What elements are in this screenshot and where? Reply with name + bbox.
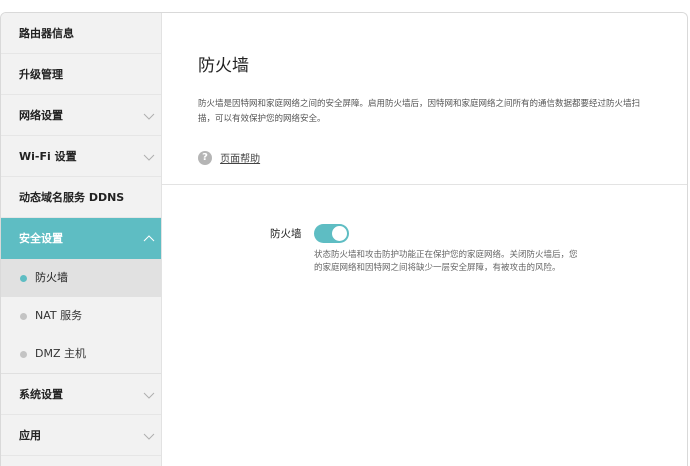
- main-panel: 防火墙 防火墙是因特网和家庭网络之间的安全屏障。启用防火墙后，因特网和家庭网络之…: [162, 13, 687, 466]
- sidebar-item-apps[interactable]: 应用: [1, 415, 161, 456]
- sidebar-item-label: 升级管理: [19, 68, 63, 81]
- sidebar-item-upgrade[interactable]: 升级管理: [1, 54, 161, 95]
- page-help-label[interactable]: 页面帮助: [220, 154, 260, 165]
- sidebar-item-label: Wi-Fi 设置: [19, 150, 77, 163]
- sidebar-item-label: 应用: [19, 429, 41, 442]
- sidebar-item-label: 系统设置: [19, 388, 63, 401]
- sidebar-item-system[interactable]: 系统设置: [1, 374, 161, 415]
- chevron-down-icon: [143, 154, 155, 161]
- firewall-toggle[interactable]: [314, 224, 349, 243]
- sidebar-item-label: 路由器信息: [19, 27, 74, 40]
- sidebar-item-label: 动态域名服务 DDNS: [19, 191, 125, 204]
- page-help-link[interactable]: ? 页面帮助: [198, 147, 260, 165]
- sidebar-subitem-label: NAT 服务: [35, 309, 83, 322]
- sidebar-subitem-firewall[interactable]: 防火墙: [1, 259, 161, 297]
- chevron-down-icon: [143, 433, 155, 440]
- sidebar-subitem-label: 防火墙: [35, 271, 68, 284]
- sidebar: 路由器信息 升级管理 网络设置 Wi-Fi 设置 动态域名服务 DDNS 安全设…: [1, 13, 162, 466]
- toggle-knob: [332, 226, 347, 241]
- divider: [162, 184, 687, 185]
- page-title: 防火墙: [198, 56, 249, 76]
- chevron-down-icon: [143, 113, 155, 120]
- sidebar-item-label: 安全设置: [19, 232, 63, 245]
- app-window: 路由器信息 升级管理 网络设置 Wi-Fi 设置 动态域名服务 DDNS 安全设…: [0, 12, 688, 466]
- chevron-down-icon: [143, 392, 155, 399]
- sidebar-subitem-nat[interactable]: NAT 服务: [1, 297, 161, 335]
- sidebar-subitem-dmz[interactable]: DMZ 主机: [1, 335, 161, 373]
- firewall-description: 状态防火墙和攻击防护功能正在保护您的家庭网络。关闭防火墙后，您的家庭网络和因特网…: [314, 250, 578, 273]
- security-submenu: 防火墙 NAT 服务 DMZ 主机: [1, 259, 161, 374]
- question-icon: ?: [198, 150, 212, 165]
- sidebar-item-label: 网络设置: [19, 109, 63, 122]
- chevron-up-icon: [143, 235, 155, 242]
- bullet-icon: [20, 351, 27, 358]
- bullet-icon: [20, 275, 27, 282]
- page-description: 防火墙是因特网和家庭网络之间的安全屏障。启用防火墙后，因特网和家庭网络之间所有的…: [198, 99, 641, 124]
- firewall-label: 防火墙: [270, 228, 302, 240]
- sidebar-item-ddns[interactable]: 动态域名服务 DDNS: [1, 177, 161, 218]
- sidebar-item-wifi[interactable]: Wi-Fi 设置: [1, 136, 161, 177]
- sidebar-item-router-info[interactable]: 路由器信息: [1, 13, 161, 54]
- sidebar-subitem-label: DMZ 主机: [35, 347, 86, 360]
- sidebar-item-security[interactable]: 安全设置: [1, 218, 161, 259]
- bullet-icon: [20, 313, 27, 320]
- sidebar-item-network[interactable]: 网络设置: [1, 95, 161, 136]
